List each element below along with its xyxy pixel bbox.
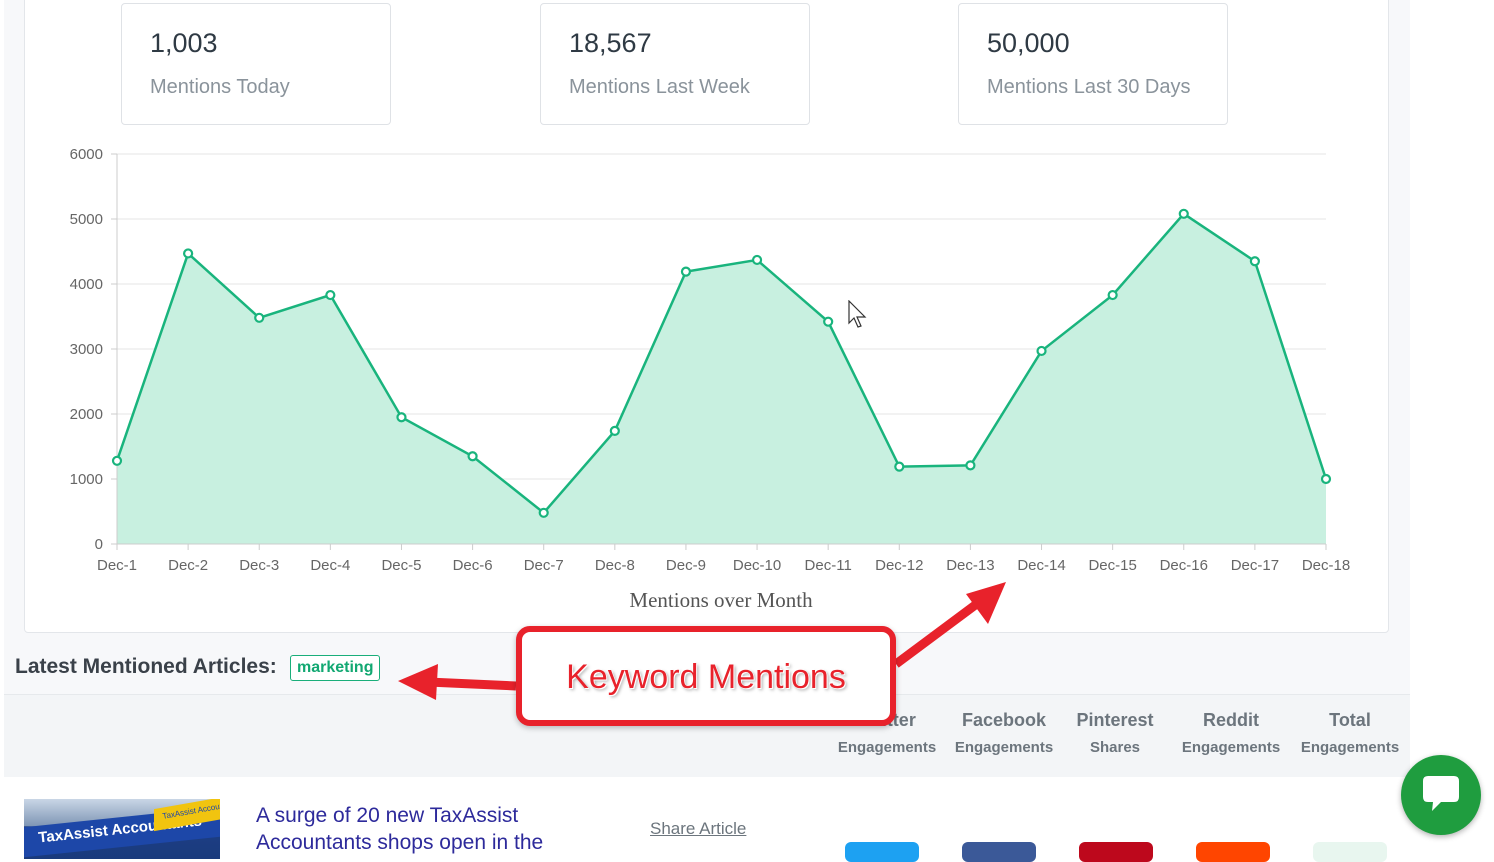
mouse-cursor-icon: [848, 300, 867, 328]
col-head-pinterest-sub: Shares: [1089, 739, 1141, 756]
keyword-tag[interactable]: marketing: [290, 655, 381, 681]
col-head-facebook[interactable]: Facebook Engagements: [949, 710, 1059, 756]
col-head-total[interactable]: Total Engagements: [1295, 710, 1405, 756]
col-head-reddit-title: Reddit: [1203, 710, 1259, 730]
article-title-link[interactable]: A surge of 20 new TaxAssist Accountants …: [256, 802, 586, 856]
col-head-total-title: Total: [1329, 710, 1371, 730]
chat-button[interactable]: [1401, 755, 1481, 835]
articles-heading: Latest Mentioned Articles:: [15, 655, 277, 678]
stat-value-today: 1,003: [150, 28, 218, 58]
stat-label-today: Mentions Today: [150, 76, 290, 98]
col-head-pinterest-title: Pinterest: [1076, 710, 1154, 730]
annotation-callout: Keyword Mentions: [516, 626, 896, 726]
stat-card-today: 1,003 Mentions Today: [121, 3, 391, 125]
col-head-facebook-sub: Engagements: [954, 739, 1054, 756]
stat-label-week: Mentions Last Week: [569, 76, 750, 98]
col-head-reddit-sub: Engagements: [1181, 739, 1281, 756]
facebook-share-button[interactable]: [962, 842, 1036, 862]
stat-value-week: 18,567: [569, 28, 652, 58]
annotation-label: Keyword Mentions: [566, 658, 846, 696]
stat-value-30-days: 50,000: [987, 28, 1070, 58]
share-article-link[interactable]: Share Article: [650, 819, 746, 839]
stat-label-30-days: Mentions Last 30 Days: [987, 76, 1191, 98]
twitter-share-button[interactable]: [845, 842, 919, 862]
article-thumbnail[interactable]: TaxAssist Accountants TaxAssist Accounta…: [24, 799, 220, 859]
col-head-pinterest[interactable]: Pinterest Shares: [1060, 710, 1170, 756]
stat-card-week: 18,567 Mentions Last Week: [540, 3, 810, 125]
stat-card-30-days: 50,000 Mentions Last 30 Days: [958, 3, 1228, 125]
total-engagements-badge: [1313, 842, 1387, 862]
col-head-reddit[interactable]: Reddit Engagements: [1176, 710, 1286, 756]
col-head-twitter-sub: Engagements: [837, 739, 937, 756]
pinterest-share-button[interactable]: [1079, 842, 1153, 862]
chat-bubble-icon: [1423, 776, 1459, 811]
col-head-facebook-title: Facebook: [961, 710, 1047, 730]
col-head-total-sub: Engagements: [1300, 739, 1400, 756]
reddit-share-button[interactable]: [1196, 842, 1270, 862]
